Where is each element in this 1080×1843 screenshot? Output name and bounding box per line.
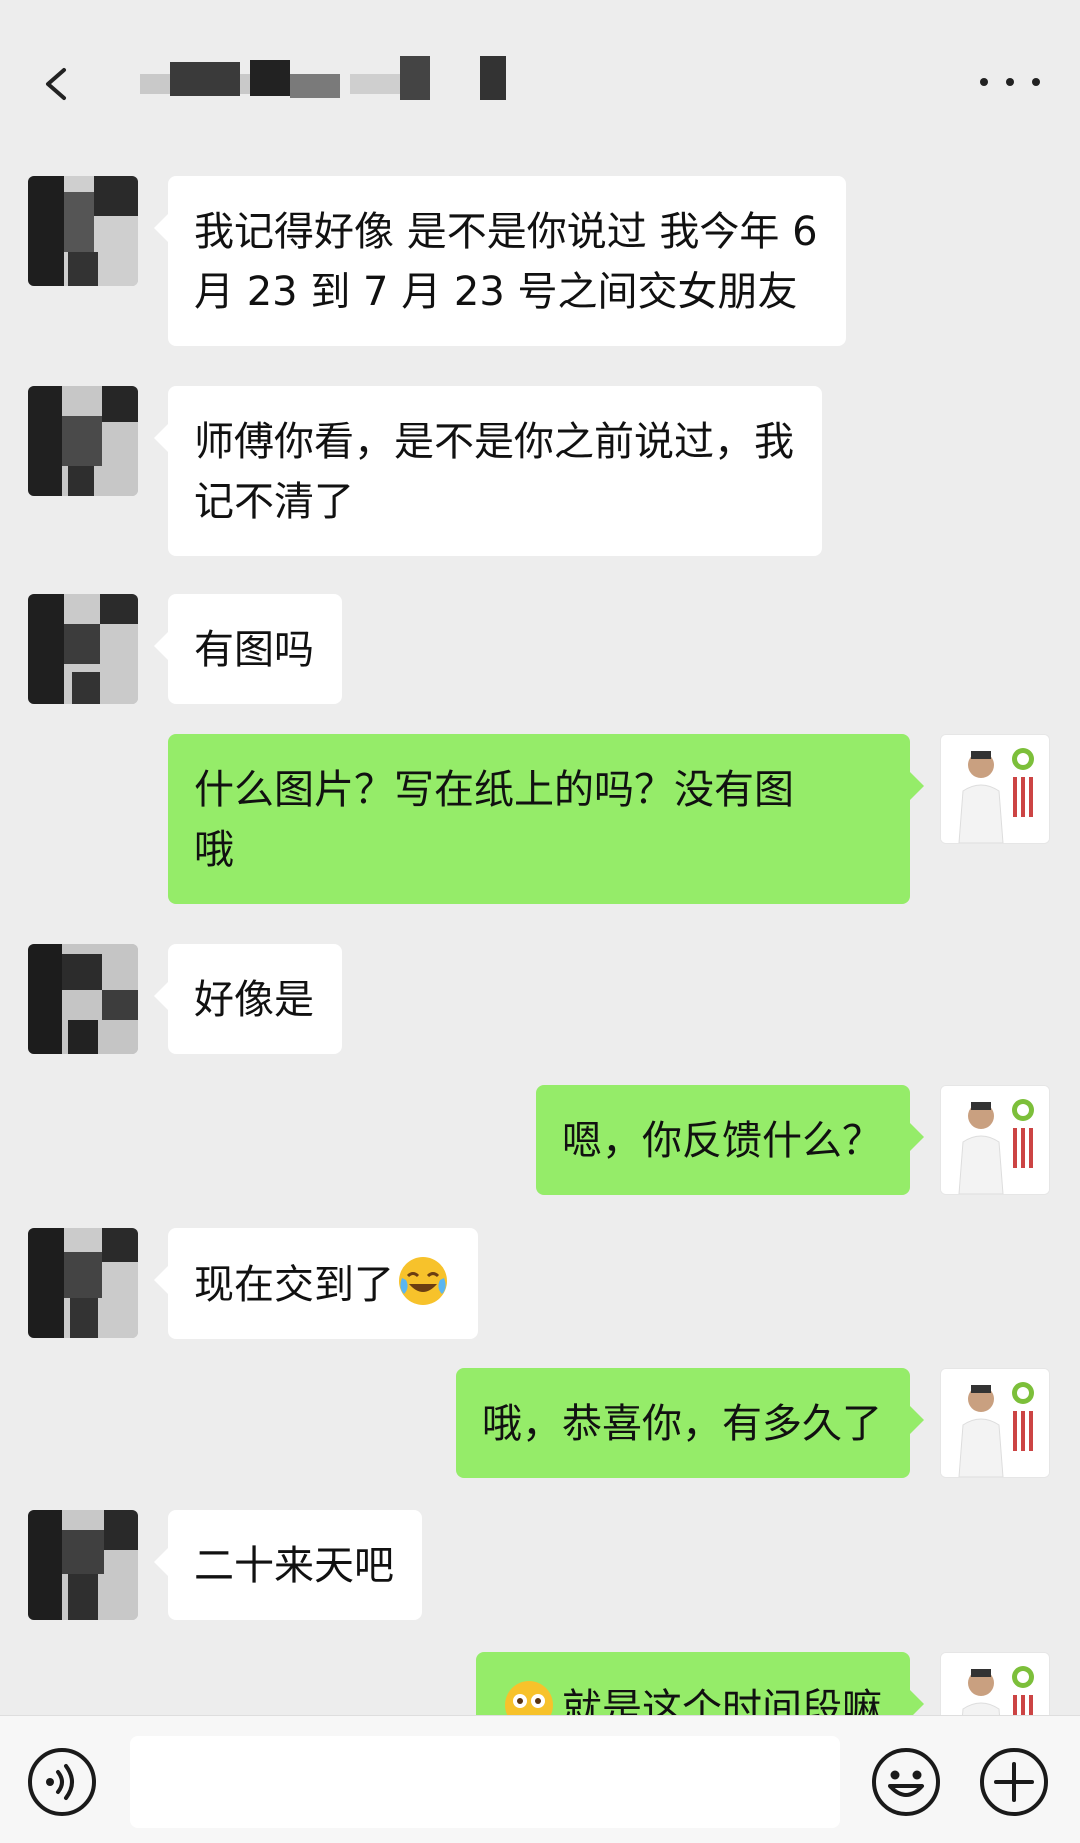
- contact-avatar[interactable]: [28, 1228, 138, 1338]
- voice-icon[interactable]: [26, 1746, 98, 1818]
- chat-header: [0, 0, 1080, 160]
- contact-name-redacted: [140, 52, 520, 108]
- contact-avatar[interactable]: [28, 944, 138, 1054]
- message-text: 有图吗: [194, 627, 314, 673]
- contact-avatar[interactable]: [28, 594, 138, 704]
- input-bar: [0, 1715, 1080, 1843]
- back-arrow-icon[interactable]: [36, 62, 80, 106]
- my-avatar[interactable]: [940, 1652, 1050, 1715]
- message-text: 记不清了: [194, 479, 354, 525]
- my-avatar[interactable]: [940, 1368, 1050, 1478]
- message-text: 什么图片？写在纸上的吗？没有图: [194, 767, 794, 813]
- emoji-smile-icon[interactable]: [870, 1746, 942, 1818]
- message-bubble[interactable]: 师傅你看，是不是你之前说过，我 记不清了: [154, 386, 822, 556]
- message-bubble[interactable]: 嗯，你反馈什么？: [536, 1085, 924, 1195]
- message-bubble[interactable]: 什么图片？写在纸上的吗？没有图哦: [168, 734, 924, 904]
- message-text: 现在交到了: [194, 1262, 394, 1308]
- message-bubble[interactable]: 二十来天吧: [154, 1510, 422, 1620]
- message-bubble[interactable]: 有图吗: [154, 594, 342, 704]
- my-avatar[interactable]: [940, 734, 1050, 844]
- message-bubble[interactable]: 好像是: [154, 944, 342, 1054]
- message-text: 哦，恭喜你，有多久了: [482, 1401, 882, 1447]
- message-text: 嗯，你反馈什么？: [562, 1118, 882, 1164]
- message-text: 就是这个时间段嘛: [562, 1686, 882, 1715]
- message-text: 我记得好像 是不是你说过 我今年 6: [194, 209, 818, 255]
- message-text: 师傅你看，是不是你之前说过，我: [194, 419, 794, 465]
- flushed-emoji: [505, 1681, 553, 1715]
- my-avatar[interactable]: [940, 1085, 1050, 1195]
- contact-avatar[interactable]: [28, 176, 138, 286]
- message-text: 哦: [194, 827, 234, 873]
- message-list[interactable]: 我记得好像 是不是你说过 我今年 6月 23 到 7 月 23 号之间交女朋友 …: [0, 160, 1080, 1715]
- laugh-crying-emoji: [399, 1257, 447, 1305]
- message-input[interactable]: [130, 1736, 840, 1828]
- message-bubble[interactable]: 就是这个时间段嘛: [476, 1652, 924, 1715]
- contact-avatar[interactable]: [28, 386, 138, 496]
- message-text: 二十来天吧: [194, 1543, 394, 1589]
- message-bubble[interactable]: 我记得好像 是不是你说过 我今年 6 月 23 到 7 月 23 号之间交女朋友: [154, 176, 846, 346]
- plus-circle-icon[interactable]: [978, 1746, 1050, 1818]
- message-bubble[interactable]: 现在交到了: [154, 1228, 478, 1339]
- more-dots-icon[interactable]: [976, 66, 1046, 96]
- message-bubble[interactable]: 哦，恭喜你，有多久了: [456, 1368, 924, 1478]
- contact-avatar[interactable]: [28, 1510, 138, 1620]
- message-text: 好像是: [194, 977, 314, 1023]
- message-text: 月 23 到 7 月 23 号之间交女朋友: [194, 269, 798, 315]
